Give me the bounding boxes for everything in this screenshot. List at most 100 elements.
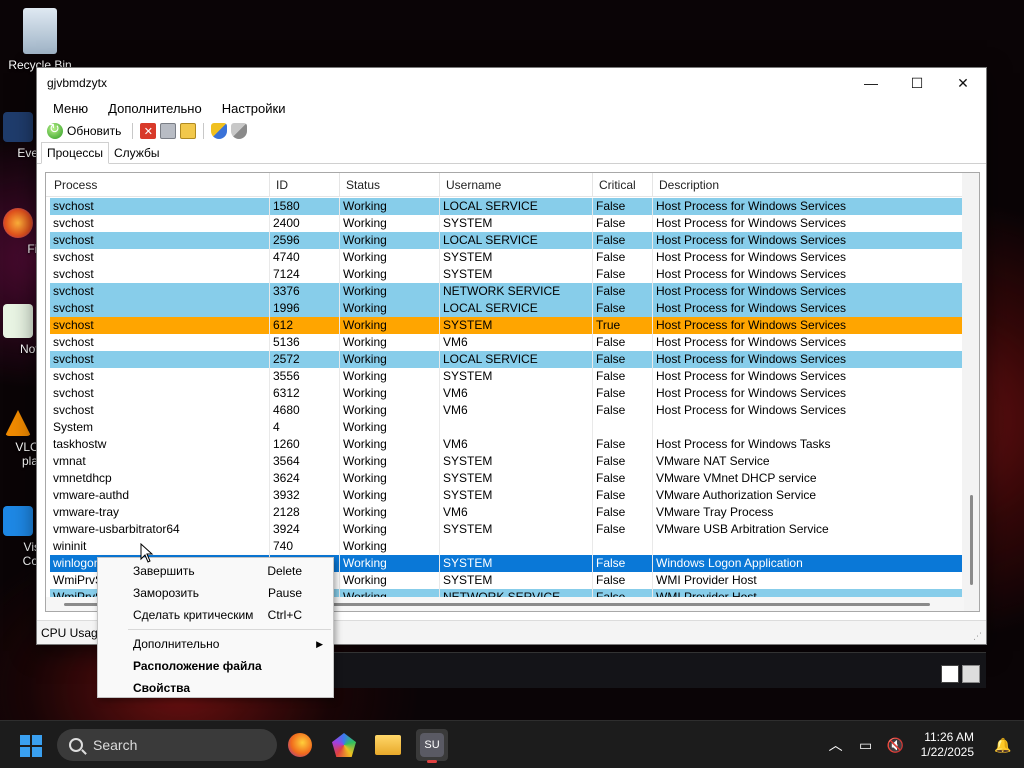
desktop-icon-recycle-bin[interactable]: Recycle Bin	[2, 8, 78, 72]
background-window-strip	[334, 652, 986, 688]
menu-item-label: Завершить	[133, 564, 195, 578]
cell-process: vmnat	[50, 453, 270, 470]
column-header-status[interactable]: Status	[340, 173, 440, 196]
tab-processes[interactable]: Процессы	[41, 142, 110, 164]
cell-process: svchost	[50, 283, 270, 300]
table-row[interactable]: svchost 7124 Working SYSTEM False Host Proces…	[50, 266, 962, 283]
table-row[interactable]: vmware-tray 2128 Working VM6 False VMware Tra…	[50, 504, 962, 521]
chevron-up-icon[interactable]: ︿	[827, 736, 845, 754]
shield-icon[interactable]	[211, 123, 228, 139]
cell-status: Working	[340, 232, 440, 249]
table-row[interactable]: System 4 Working	[50, 419, 962, 436]
refresh-button[interactable]: Обновить	[43, 121, 125, 139]
detail-view-icon[interactable]	[962, 665, 980, 683]
cell-status: Working	[340, 317, 440, 334]
taskbar-file-explorer[interactable]	[372, 729, 404, 761]
process-list[interactable]: Process ID Status Username Critical Desc…	[45, 172, 980, 612]
clock[interactable]: 11:26 AM 1/22/2025	[921, 730, 974, 760]
table-row[interactable]: taskhostw 1260 Working VM6 False Host Process…	[50, 436, 962, 453]
notification-bell-icon[interactable]: 🔔	[994, 736, 1012, 754]
table-row[interactable]: svchost 4740 Working SYSTEM False Host Proces…	[50, 249, 962, 266]
vertical-scroll-thumb[interactable]	[970, 495, 973, 585]
table-row[interactable]: svchost 2400 Working SYSTEM False Host Proces…	[50, 215, 962, 232]
column-header-username[interactable]: Username	[440, 173, 593, 196]
cell-critical: False	[593, 453, 653, 470]
cell-description: Host Process for Windows Services	[656, 250, 847, 264]
cell-username: SYSTEM	[440, 470, 593, 487]
table-row[interactable]: svchost 1996 Working LOCAL SERVICE False Host…	[50, 300, 962, 317]
cell-description: VMware USB Arbitration Service	[656, 522, 829, 536]
table-row[interactable]: svchost 2572 Working LOCAL SERVICE False Host…	[50, 351, 962, 368]
minimize-button[interactable]: —	[848, 68, 894, 98]
cell-id: 3924	[270, 521, 340, 538]
cell-username: VM6	[440, 504, 593, 521]
cell-username: SYSTEM	[440, 215, 593, 232]
taskbar-app-pentagon[interactable]	[328, 729, 360, 761]
menu-settings[interactable]: Настройки	[212, 98, 296, 120]
table-row[interactable]: vmnat 3564 Working SYSTEM False VMware NAT Se…	[50, 453, 962, 470]
taskbar-firefox[interactable]	[284, 729, 316, 761]
table-row[interactable]: svchost 1580 Working LOCAL SERVICE False Host…	[50, 198, 962, 215]
search-placeholder: Search	[93, 737, 138, 753]
cell-status: Working	[340, 402, 440, 419]
table-row[interactable]: vmware-usbarbitrator64 3924 Working SYSTEM F…	[50, 521, 962, 538]
table-row[interactable]: svchost 5136 Working VM6 False Host Process f…	[50, 334, 962, 351]
menu-advanced[interactable]: Дополнительно	[98, 98, 212, 120]
cell-process: svchost	[50, 215, 270, 232]
cell-critical: False	[593, 232, 653, 249]
table-row[interactable]: svchost 6312 Working VM6 False Host Process f…	[50, 385, 962, 402]
context-menu-freeze[interactable]: Заморозить Pause	[98, 582, 333, 604]
cell-process: svchost	[50, 266, 270, 283]
cell-username: SYSTEM	[440, 453, 593, 470]
context-menu-make-critical[interactable]: Сделать критическим Ctrl+C	[98, 604, 333, 626]
kill-process-icon[interactable]: ✕	[140, 123, 157, 139]
table-row[interactable]: wininit 740 Working	[50, 538, 962, 555]
taskbar-search[interactable]: Search	[57, 729, 277, 761]
vertical-scrollbar[interactable]	[962, 173, 979, 611]
volume-muted-icon[interactable]: 🔇	[887, 736, 905, 754]
cell-description: VMware Authorization Service	[656, 488, 817, 502]
cell-status: Working	[340, 419, 440, 436]
cell-status: Working	[340, 198, 440, 215]
table-row[interactable]: vmware-authd 3932 Working SYSTEM False VMware…	[50, 487, 962, 504]
table-row[interactable]: svchost 612 Working SYSTEM True Host Process …	[50, 317, 962, 334]
cell-description: Host Process for Windows Services	[656, 335, 847, 349]
table-row[interactable]: svchost 4680 Working VM6 False Host Process f…	[50, 402, 962, 419]
start-button[interactable]	[20, 735, 42, 757]
window-title: gjvbmdzytx	[47, 76, 108, 90]
list-view-icon[interactable]	[941, 665, 959, 683]
cell-username: LOCAL SERVICE	[440, 232, 593, 249]
column-header-process[interactable]: Process	[46, 173, 270, 196]
cell-id: 7124	[270, 266, 340, 283]
maximize-button[interactable]: ☐	[894, 68, 940, 98]
cell-description: Host Process for Windows Services	[656, 403, 847, 417]
table-row[interactable]: svchost 3556 Working SYSTEM False Host Proces…	[50, 368, 962, 385]
column-header-id[interactable]: ID	[270, 173, 340, 196]
cell-status: Working	[340, 470, 440, 487]
table-row[interactable]: svchost 2596 Working LOCAL SERVICE False Host…	[50, 232, 962, 249]
context-menu-file-location[interactable]: Расположение файла	[98, 655, 333, 677]
title-bar[interactable]: gjvbmdzytx — ☐ ✕	[37, 68, 986, 98]
table-row[interactable]: svchost 3376 Working NETWORK SERVICE False Ho…	[50, 283, 962, 300]
close-button[interactable]: ✕	[940, 68, 986, 98]
context-menu-properties[interactable]: Свойства	[98, 677, 333, 699]
su-app-icon: SU	[420, 733, 444, 757]
menu-main[interactable]: Меню	[43, 98, 98, 120]
tab-services[interactable]: Службы	[109, 143, 164, 163]
network-icon[interactable]: ▭	[857, 736, 875, 754]
column-header-description[interactable]: Description	[653, 173, 965, 196]
context-menu-advanced[interactable]: Дополнительно ▶	[98, 633, 333, 655]
context-menu-kill[interactable]: Завершить Delete	[98, 560, 333, 582]
cell-critical: False	[593, 283, 653, 300]
shield-gray-icon[interactable]	[231, 123, 248, 139]
column-header-critical[interactable]: Critical	[593, 173, 653, 196]
edit-icon[interactable]	[180, 123, 197, 139]
cell-username: SYSTEM	[440, 249, 593, 266]
cell-username: VM6	[440, 385, 593, 402]
table-row[interactable]: vmnetdhcp 3624 Working SYSTEM False VMware VM…	[50, 470, 962, 487]
suspend-process-icon[interactable]	[160, 123, 177, 139]
taskbar-process-manager[interactable]: SU	[416, 729, 448, 763]
cell-status: Working	[340, 334, 440, 351]
resize-grip-icon[interactable]: ⋰	[973, 631, 983, 641]
cell-process: vmware-tray	[50, 504, 270, 521]
